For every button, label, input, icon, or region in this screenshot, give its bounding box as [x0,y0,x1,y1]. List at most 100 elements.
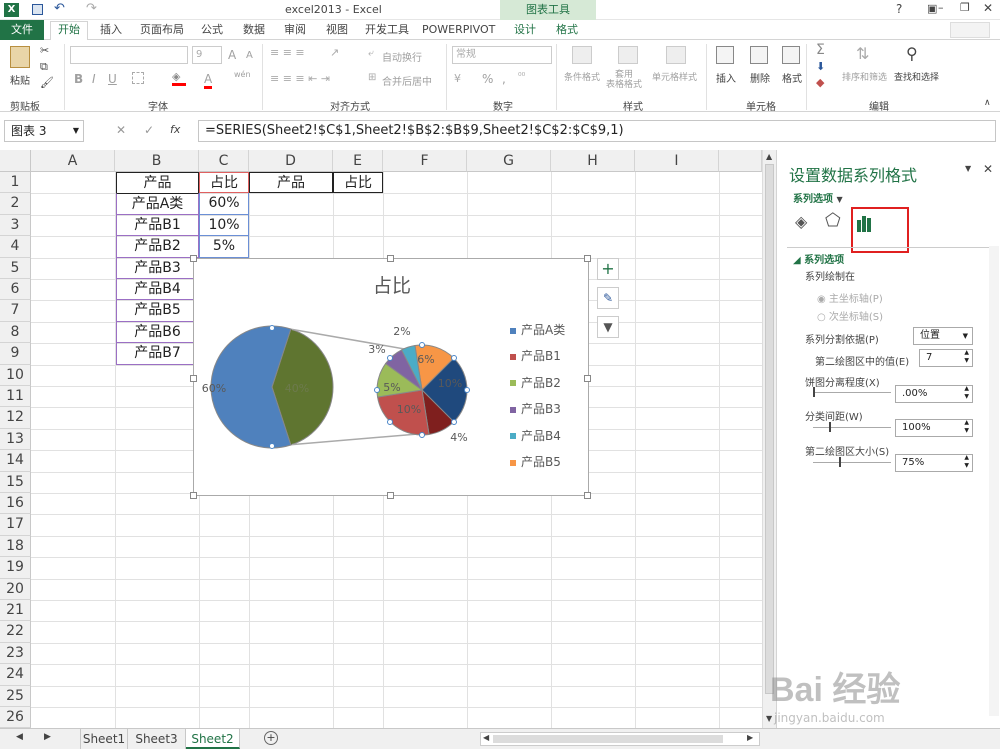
row-header[interactable]: 17 [0,514,31,536]
selection-handle[interactable] [387,355,393,361]
fill-color-icon[interactable]: ◈ [172,70,186,86]
copy-icon[interactable]: ⧉ [40,60,48,74]
conditional-formatting-button[interactable]: 条件格式 [564,70,600,83]
comma-button[interactable]: , [502,72,506,86]
data-label[interactable]: 6% [417,353,434,366]
cell-b3[interactable]: 产品B1 [116,214,199,237]
data-label[interactable]: 5% [383,381,400,394]
selection-handle[interactable] [451,419,457,425]
legend-item[interactable]: 产品B2 [510,374,561,390]
row-header[interactable]: 18 [0,535,31,558]
selection-handle[interactable] [374,387,380,393]
format-cells-icon[interactable] [782,46,800,64]
data-label[interactable]: 10% [397,403,421,416]
cell-styles-icon[interactable] [666,46,686,64]
help-button[interactable]: ? [896,2,902,16]
insert-cells-button[interactable]: 插入 [716,70,736,85]
row-header[interactable]: 19 [0,557,31,579]
chart-elements-button[interactable]: + [597,258,619,280]
tab-home[interactable]: 开始 [50,21,88,40]
worksheet-grid[interactable]: A B C D E F G H I 1 2 3 4 5 6 7 8 9 10 11 12 13 14 15 1… [0,150,762,728]
cell-styles-button[interactable]: 单元格样式 [652,70,697,83]
collapse-ribbon-icon[interactable]: ∧ [984,98,991,108]
column-header[interactable]: B [115,150,199,172]
cell-c2[interactable]: 60% [199,193,249,215]
spinner-icon[interactable]: ▲ ▼ [964,349,969,365]
cut-icon[interactable]: ✂ [40,44,49,57]
selection-handle[interactable] [269,325,275,331]
second-plot-size-slider[interactable] [813,457,891,467]
save-icon[interactable] [32,4,43,15]
orientation-icon[interactable]: ↗ [330,46,339,59]
user-avatar[interactable] [950,22,990,38]
scroll-thumb[interactable] [765,164,774,694]
font-name-box[interactable] [70,46,188,64]
pane-scrollbar[interactable] [989,246,999,716]
redo-icon[interactable]: ↷ [86,1,97,16]
column-header[interactable]: G [467,150,551,172]
row-header[interactable]: 5 [0,257,31,279]
cell-b1[interactable]: 产品 [116,172,199,194]
tab-design[interactable]: 设计 [508,22,542,38]
chart-resize-handle[interactable] [190,375,197,382]
chart-resize-handle[interactable] [387,492,394,499]
paste-button[interactable]: 粘贴 [10,72,30,87]
sheet-tab-sheet2[interactable]: Sheet2 [186,729,240,749]
percent-button[interactable]: % [482,72,493,86]
column-header[interactable] [719,150,762,172]
currency-icon[interactable]: ¥ [454,72,461,85]
tab-data[interactable]: 数据 [237,22,271,38]
column-header[interactable]: I [635,150,719,172]
h-scroll-thumb[interactable] [493,735,723,743]
column-header[interactable]: A [31,150,115,172]
phonetic-button[interactable]: wén [234,70,251,79]
row-header[interactable]: 20 [0,578,31,600]
tab-format[interactable]: 格式 [550,22,584,38]
row-header[interactable]: 2 [0,193,31,215]
slider-thumb[interactable] [829,422,831,432]
chart-resize-handle[interactable] [584,255,591,262]
increase-decimal-icon[interactable]: ⁰⁰ [518,72,525,82]
find-select-icon[interactable]: ⚲ [906,44,918,63]
section-header[interactable]: ◢ 系列选项 [793,251,844,266]
horizontal-scrollbar[interactable]: ◀ ▶ [480,732,760,746]
column-header[interactable]: D [249,150,333,172]
gap-width-slider[interactable] [813,422,891,432]
legend-item[interactable]: 产品B1 [510,347,561,363]
format-painter-icon[interactable]: 🖌 [40,76,54,89]
fill-icon[interactable]: ⬇ [816,60,825,73]
format-cells-button[interactable]: 格式 [782,70,802,85]
scroll-right-icon[interactable]: ▶ [747,733,753,742]
data-label[interactable]: 10% [438,377,462,390]
align-left-icon[interactable]: ≡ ≡ ≡ ⇤ ⇥ [270,72,330,85]
delete-cells-button[interactable]: 删除 [750,70,770,85]
formula-input[interactable]: =SERIES(Sheet2!$C$1,Sheet2!$B$2:$B$9,She… [198,120,996,142]
selection-handle[interactable] [419,432,425,438]
row-header[interactable]: 22 [0,621,31,643]
data-label[interactable]: 3% [368,343,385,356]
merge-icon[interactable]: ⊞ [368,72,376,83]
cell-b6[interactable]: 产品B4 [116,279,199,301]
selection-handle[interactable] [464,387,470,393]
cell-c1[interactable]: 占比 [199,172,249,194]
cell-c3[interactable]: 10% [199,214,249,237]
split-by-select[interactable]: 位置 ▼ [913,327,973,345]
format-table-icon[interactable] [618,46,638,64]
tab-formulas[interactable]: 公式 [195,22,229,38]
minimize-button[interactable]: – [938,1,944,14]
row-header[interactable]: 16 [0,493,31,515]
tab-insert[interactable]: 插入 [94,22,128,38]
next-sheet-icon[interactable]: ▶ [44,732,51,742]
column-header[interactable]: E [333,150,383,172]
column-header[interactable]: C [199,150,249,172]
italic-button[interactable]: I [92,72,96,86]
undo-icon[interactable]: ↶ [54,1,65,16]
pane-options-icon[interactable]: ▼ [965,164,971,173]
row-header[interactable]: 15 [0,471,31,493]
chevron-down-icon[interactable]: ▼ [73,121,79,141]
cell-d1[interactable]: 产品 [249,172,333,194]
scroll-left-icon[interactable]: ◀ [483,733,489,742]
secondary-axis-radio[interactable]: ○ 次坐标轴(S) [817,308,883,323]
wrap-text-icon[interactable]: ⤶ [368,48,374,59]
align-top-icon[interactable]: ≡ ≡ ≡ [270,46,305,59]
